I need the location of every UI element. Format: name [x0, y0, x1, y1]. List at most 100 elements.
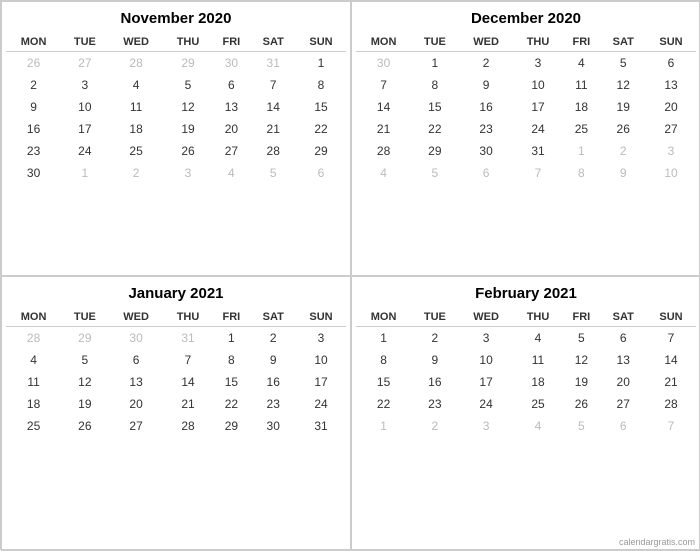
calendar-day[interactable]: 7	[646, 327, 696, 350]
calendar-day[interactable]: 15	[296, 96, 346, 118]
calendar-day[interactable]: 19	[562, 371, 600, 393]
calendar-day[interactable]: 23	[459, 118, 514, 140]
calendar-day[interactable]: 17	[61, 118, 108, 140]
calendar-day[interactable]: 17	[514, 96, 563, 118]
calendar-day[interactable]: 24	[296, 393, 346, 415]
calendar-day[interactable]: 11	[562, 74, 600, 96]
calendar-day[interactable]: 1	[411, 52, 458, 75]
calendar-day[interactable]: 2	[250, 327, 296, 350]
calendar-day[interactable]: 19	[600, 96, 646, 118]
calendar-day[interactable]: 28	[109, 52, 164, 75]
calendar-day[interactable]: 2	[411, 327, 458, 350]
calendar-day[interactable]: 5	[600, 52, 646, 75]
calendar-day[interactable]: 8	[562, 162, 600, 184]
calendar-day[interactable]: 28	[646, 393, 696, 415]
calendar-day[interactable]: 29	[411, 140, 458, 162]
calendar-day[interactable]: 7	[250, 74, 296, 96]
calendar-day[interactable]: 15	[411, 96, 458, 118]
calendar-day[interactable]: 6	[459, 162, 514, 184]
calendar-day[interactable]: 1	[296, 52, 346, 75]
calendar-day[interactable]: 14	[646, 349, 696, 371]
calendar-day[interactable]: 29	[212, 415, 250, 437]
calendar-day[interactable]: 21	[646, 371, 696, 393]
calendar-day[interactable]: 30	[250, 415, 296, 437]
calendar-day[interactable]: 22	[212, 393, 250, 415]
calendar-day[interactable]: 4	[109, 74, 164, 96]
calendar-day[interactable]: 27	[109, 415, 164, 437]
calendar-day[interactable]: 25	[514, 393, 563, 415]
calendar-day[interactable]: 6	[646, 52, 696, 75]
calendar-day[interactable]: 12	[600, 74, 646, 96]
calendar-day[interactable]: 9	[411, 349, 458, 371]
calendar-day[interactable]: 10	[646, 162, 696, 184]
calendar-day[interactable]: 20	[646, 96, 696, 118]
calendar-day[interactable]: 21	[164, 393, 213, 415]
calendar-day[interactable]: 18	[6, 393, 61, 415]
calendar-day[interactable]: 26	[164, 140, 213, 162]
calendar-day[interactable]: 31	[250, 52, 296, 75]
calendar-day[interactable]: 5	[562, 327, 600, 350]
calendar-day[interactable]: 10	[459, 349, 514, 371]
calendar-day[interactable]: 30	[6, 162, 61, 184]
calendar-day[interactable]: 4	[356, 162, 411, 184]
calendar-day[interactable]: 5	[250, 162, 296, 184]
calendar-day[interactable]: 31	[514, 140, 563, 162]
calendar-day[interactable]: 16	[459, 96, 514, 118]
calendar-day[interactable]: 9	[250, 349, 296, 371]
calendar-day[interactable]: 7	[356, 74, 411, 96]
calendar-day[interactable]: 28	[356, 140, 411, 162]
calendar-day[interactable]: 10	[296, 349, 346, 371]
calendar-day[interactable]: 26	[600, 118, 646, 140]
calendar-day[interactable]: 2	[459, 52, 514, 75]
calendar-day[interactable]: 13	[646, 74, 696, 96]
calendar-day[interactable]: 16	[6, 118, 61, 140]
calendar-day[interactable]: 10	[61, 96, 108, 118]
calendar-day[interactable]: 23	[411, 393, 458, 415]
calendar-day[interactable]: 19	[61, 393, 108, 415]
calendar-day[interactable]: 6	[600, 415, 646, 437]
calendar-day[interactable]: 9	[459, 74, 514, 96]
calendar-day[interactable]: 6	[296, 162, 346, 184]
calendar-day[interactable]: 27	[600, 393, 646, 415]
calendar-day[interactable]: 14	[250, 96, 296, 118]
calendar-day[interactable]: 25	[109, 140, 164, 162]
calendar-day[interactable]: 6	[600, 327, 646, 350]
calendar-day[interactable]: 13	[600, 349, 646, 371]
calendar-day[interactable]: 16	[250, 371, 296, 393]
calendar-day[interactable]: 20	[600, 371, 646, 393]
calendar-day[interactable]: 3	[459, 327, 514, 350]
calendar-day[interactable]: 1	[562, 140, 600, 162]
calendar-day[interactable]: 5	[164, 74, 213, 96]
calendar-day[interactable]: 8	[411, 74, 458, 96]
calendar-day[interactable]: 24	[514, 118, 563, 140]
calendar-day[interactable]: 3	[646, 140, 696, 162]
calendar-day[interactable]: 21	[356, 118, 411, 140]
calendar-day[interactable]: 7	[514, 162, 563, 184]
calendar-day[interactable]: 1	[61, 162, 108, 184]
calendar-day[interactable]: 9	[600, 162, 646, 184]
calendar-day[interactable]: 4	[562, 52, 600, 75]
calendar-day[interactable]: 22	[356, 393, 411, 415]
calendar-day[interactable]: 31	[164, 327, 213, 350]
calendar-day[interactable]: 1	[356, 327, 411, 350]
calendar-day[interactable]: 12	[61, 371, 108, 393]
calendar-day[interactable]: 6	[212, 74, 250, 96]
calendar-day[interactable]: 24	[61, 140, 108, 162]
calendar-day[interactable]: 17	[459, 371, 514, 393]
calendar-day[interactable]: 17	[296, 371, 346, 393]
calendar-day[interactable]: 29	[296, 140, 346, 162]
calendar-day[interactable]: 2	[6, 74, 61, 96]
calendar-day[interactable]: 5	[61, 349, 108, 371]
calendar-day[interactable]: 23	[250, 393, 296, 415]
calendar-day[interactable]: 2	[109, 162, 164, 184]
calendar-day[interactable]: 28	[6, 327, 61, 350]
calendar-day[interactable]: 30	[459, 140, 514, 162]
calendar-day[interactable]: 15	[356, 371, 411, 393]
calendar-day[interactable]: 13	[212, 96, 250, 118]
calendar-day[interactable]: 6	[109, 349, 164, 371]
calendar-day[interactable]: 3	[164, 162, 213, 184]
calendar-day[interactable]: 26	[61, 415, 108, 437]
calendar-day[interactable]: 16	[411, 371, 458, 393]
calendar-day[interactable]: 11	[6, 371, 61, 393]
calendar-day[interactable]: 29	[61, 327, 108, 350]
